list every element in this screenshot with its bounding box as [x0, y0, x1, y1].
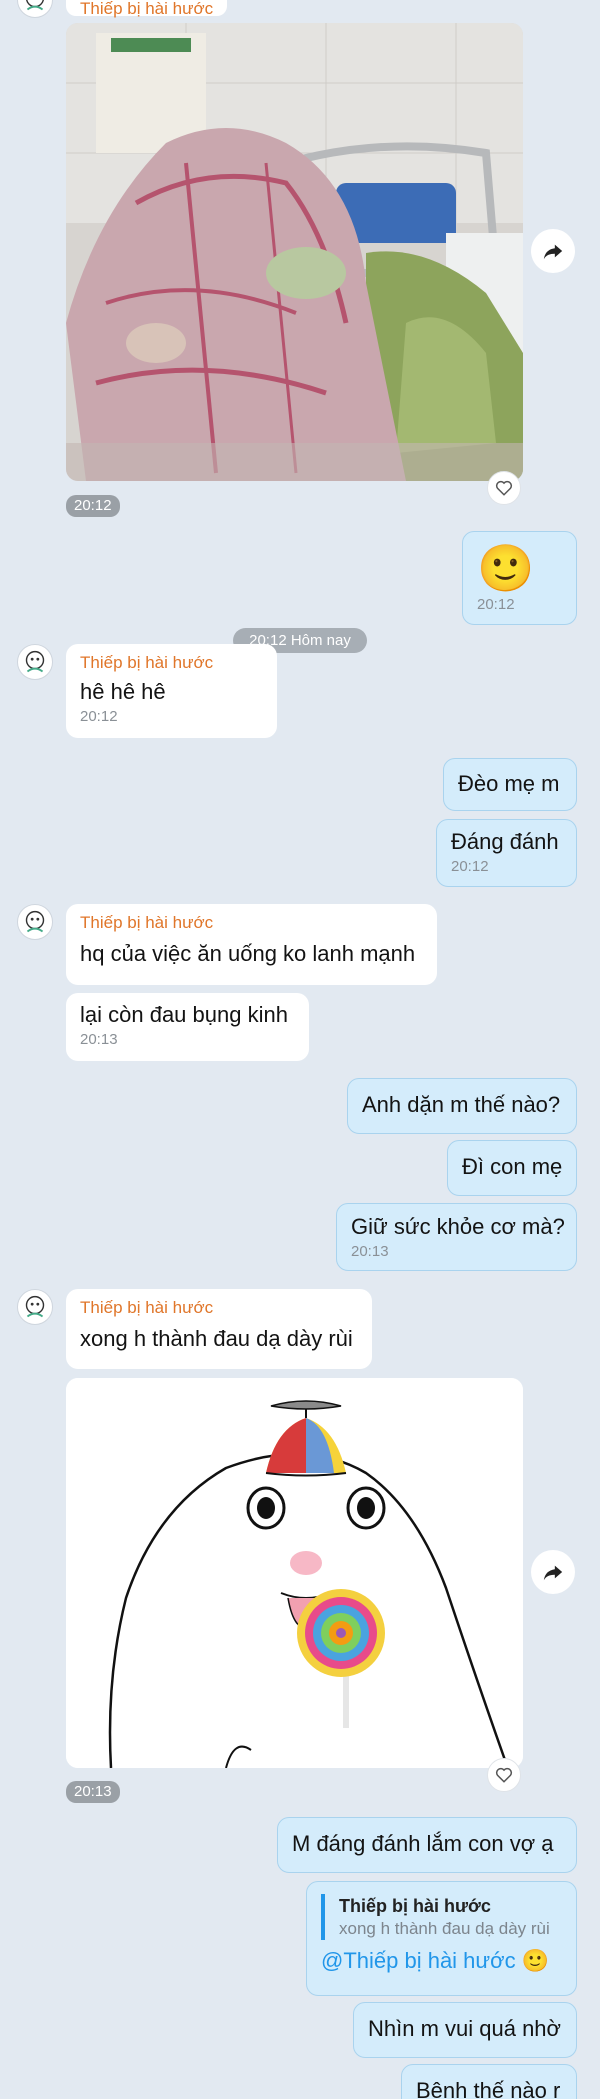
sender-avatar[interactable]: [17, 0, 53, 18]
photo-message-2[interactable]: [66, 1378, 523, 1768]
outgoing-message[interactable]: Nhìn m vui quá nhờ: [353, 2002, 577, 2058]
message-text: Anh dặn m thế nào?: [362, 1092, 561, 1117]
photo-2-time: 20:13: [66, 1781, 120, 1803]
incoming-message[interactable]: lại còn đau bụng kinh 20:13: [66, 993, 309, 1061]
message-text: Nhìn m vui quá nhờ: [368, 2016, 561, 2041]
outgoing-message[interactable]: Đì con mẹ: [447, 1140, 577, 1196]
message-text: hq của việc ăn uống ko lanh mạnh: [80, 941, 416, 966]
message-time: 20:12: [451, 858, 489, 875]
outgoing-message[interactable]: Bệnh thế nào r: [401, 2064, 577, 2099]
mention-text[interactable]: @Thiếp bị hài hước 🙂: [321, 1946, 562, 1976]
reply-quote-text: xong h thành đau dạ dày rùi: [339, 1919, 550, 1938]
message-time: 20:13: [351, 1243, 389, 1260]
outgoing-message[interactable]: Đèo mẹ m: [443, 758, 577, 811]
sender-name: Thiếp bị hài hước: [80, 913, 214, 932]
message-time: 20:13: [80, 1031, 118, 1048]
sender-name: Thiếp bị hài hước: [80, 1298, 214, 1317]
share-button-1[interactable]: [531, 229, 575, 273]
message-text: Đì con mẹ: [462, 1154, 563, 1179]
incoming-message[interactable]: Thiếp bị hài hước hq của việc ăn uống ko…: [66, 904, 437, 985]
avatar-icon: [18, 905, 52, 939]
reply-quote-sender: Thiếp bị hài hước: [339, 1896, 491, 1916]
incoming-message[interactable]: Thiếp bị hài hước xong h thành đau dạ dà…: [66, 1289, 372, 1369]
message-text: Đáng đánh: [451, 829, 559, 854]
message-text: M đáng đánh lắm con vợ ạ: [292, 1831, 554, 1856]
sender-name-tag: Thiếp bị hài hước: [66, 0, 228, 18]
message-text: Giữ sức khỏe cơ mà?: [351, 1214, 565, 1239]
outgoing-message[interactable]: Giữ sức khỏe cơ mà? 20:13: [336, 1203, 577, 1271]
photo-message-1[interactable]: [66, 23, 523, 481]
sender-avatar[interactable]: [17, 904, 53, 940]
message-time: 20:12: [80, 708, 118, 725]
message-text: Bệnh thế nào r: [416, 2078, 561, 2099]
photo-hamster-image: [66, 1378, 523, 1768]
message-text: hê hê hê: [80, 679, 166, 704]
sender-name: Thiếp bị hài hước: [80, 0, 214, 18]
avatar-icon: [18, 0, 52, 17]
photo-1-time: 20:12: [66, 495, 120, 517]
incoming-message[interactable]: Thiếp bị hài hước hê hê hê 20:12: [66, 644, 277, 738]
react-heart-button-2[interactable]: [487, 1758, 521, 1792]
share-icon: [543, 244, 563, 260]
message-text: Đèo mẹ m: [458, 771, 560, 796]
outgoing-emoji-bubble[interactable]: 🙂 20:12: [462, 531, 577, 625]
photo-blanket-image: [66, 23, 523, 481]
share-button-2[interactable]: [531, 1550, 575, 1594]
share-icon: [543, 1565, 563, 1581]
outgoing-message[interactable]: Đáng đánh 20:12: [436, 819, 577, 887]
message-text: xong h thành đau dạ dày rùi: [80, 1326, 353, 1351]
message-text: lại còn đau bụng kinh: [80, 1002, 288, 1027]
heart-icon: [495, 1767, 513, 1783]
emoji-text: 🙂: [477, 542, 535, 594]
reply-quote[interactable]: Thiếp bị hài hước xong h thành đau dạ dà…: [321, 1894, 562, 1940]
react-heart-button-1[interactable]: [487, 471, 521, 505]
sender-avatar[interactable]: [17, 1289, 53, 1325]
avatar-icon: [18, 1290, 52, 1324]
outgoing-reply-message[interactable]: Thiếp bị hài hước xong h thành đau dạ dà…: [306, 1881, 577, 1996]
sender-avatar[interactable]: [17, 644, 53, 680]
outgoing-message[interactable]: Anh dặn m thế nào?: [347, 1078, 577, 1134]
message-time: 20:12: [477, 596, 515, 613]
heart-icon: [495, 480, 513, 496]
outgoing-message[interactable]: M đáng đánh lắm con vợ ạ: [277, 1817, 577, 1873]
sender-name: Thiếp bị hài hước: [80, 653, 214, 672]
avatar-icon: [18, 645, 52, 679]
